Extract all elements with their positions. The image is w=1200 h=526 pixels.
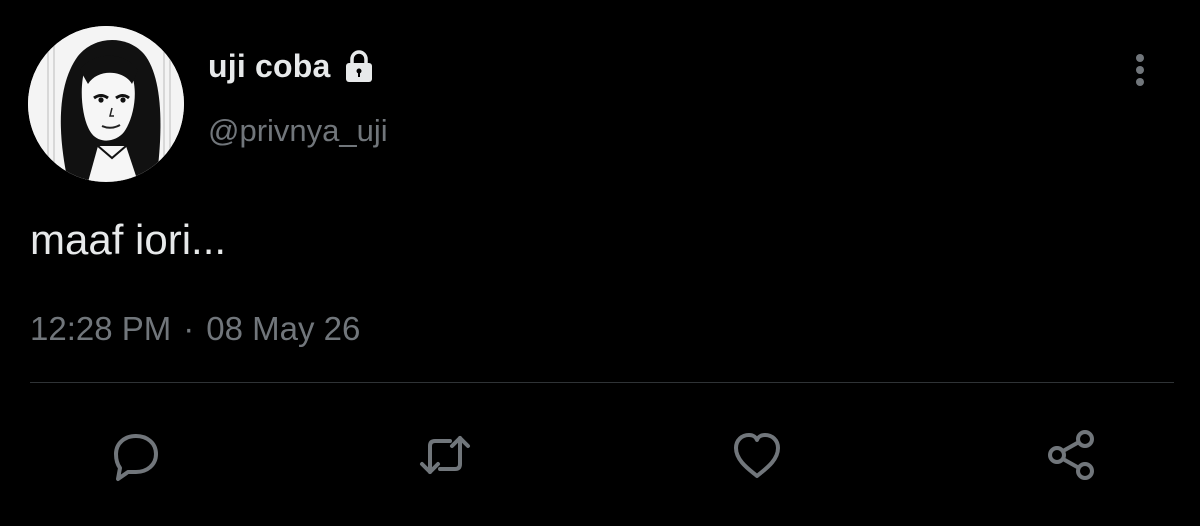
tweet-detail: uji coba @privnya_uji maaf iori... 12:28… bbox=[0, 0, 1200, 526]
retweet-button[interactable] bbox=[410, 420, 480, 490]
like-button[interactable] bbox=[722, 420, 792, 490]
avatar[interactable] bbox=[28, 26, 184, 182]
vertical-ellipsis-icon bbox=[1136, 54, 1144, 86]
avatar-image bbox=[28, 26, 184, 182]
speech-bubble-icon bbox=[114, 434, 158, 481]
share-button[interactable] bbox=[1036, 420, 1106, 490]
tweet-date[interactable]: 08 May 26 bbox=[206, 308, 360, 350]
lock-icon bbox=[339, 46, 379, 86]
author-name-row[interactable]: uji coba bbox=[208, 46, 379, 86]
share-nodes-icon bbox=[1048, 430, 1094, 480]
tweet-text: maaf iori... bbox=[30, 216, 227, 263]
reply-button[interactable] bbox=[100, 420, 170, 490]
action-bar bbox=[0, 420, 1200, 490]
more-options-button[interactable] bbox=[1118, 48, 1162, 92]
user-handle[interactable]: @privnya_uji bbox=[208, 111, 388, 151]
display-name[interactable]: uji coba bbox=[208, 46, 331, 86]
meta-separator: · bbox=[183, 310, 195, 347]
retweet-arrows-icon bbox=[420, 436, 470, 474]
tweet-time[interactable]: 12:28 PM bbox=[30, 308, 171, 350]
divider bbox=[30, 382, 1174, 383]
heart-icon bbox=[734, 433, 780, 478]
tweet-timestamp[interactable]: 12:28 PM · 08 May 26 bbox=[30, 308, 360, 350]
